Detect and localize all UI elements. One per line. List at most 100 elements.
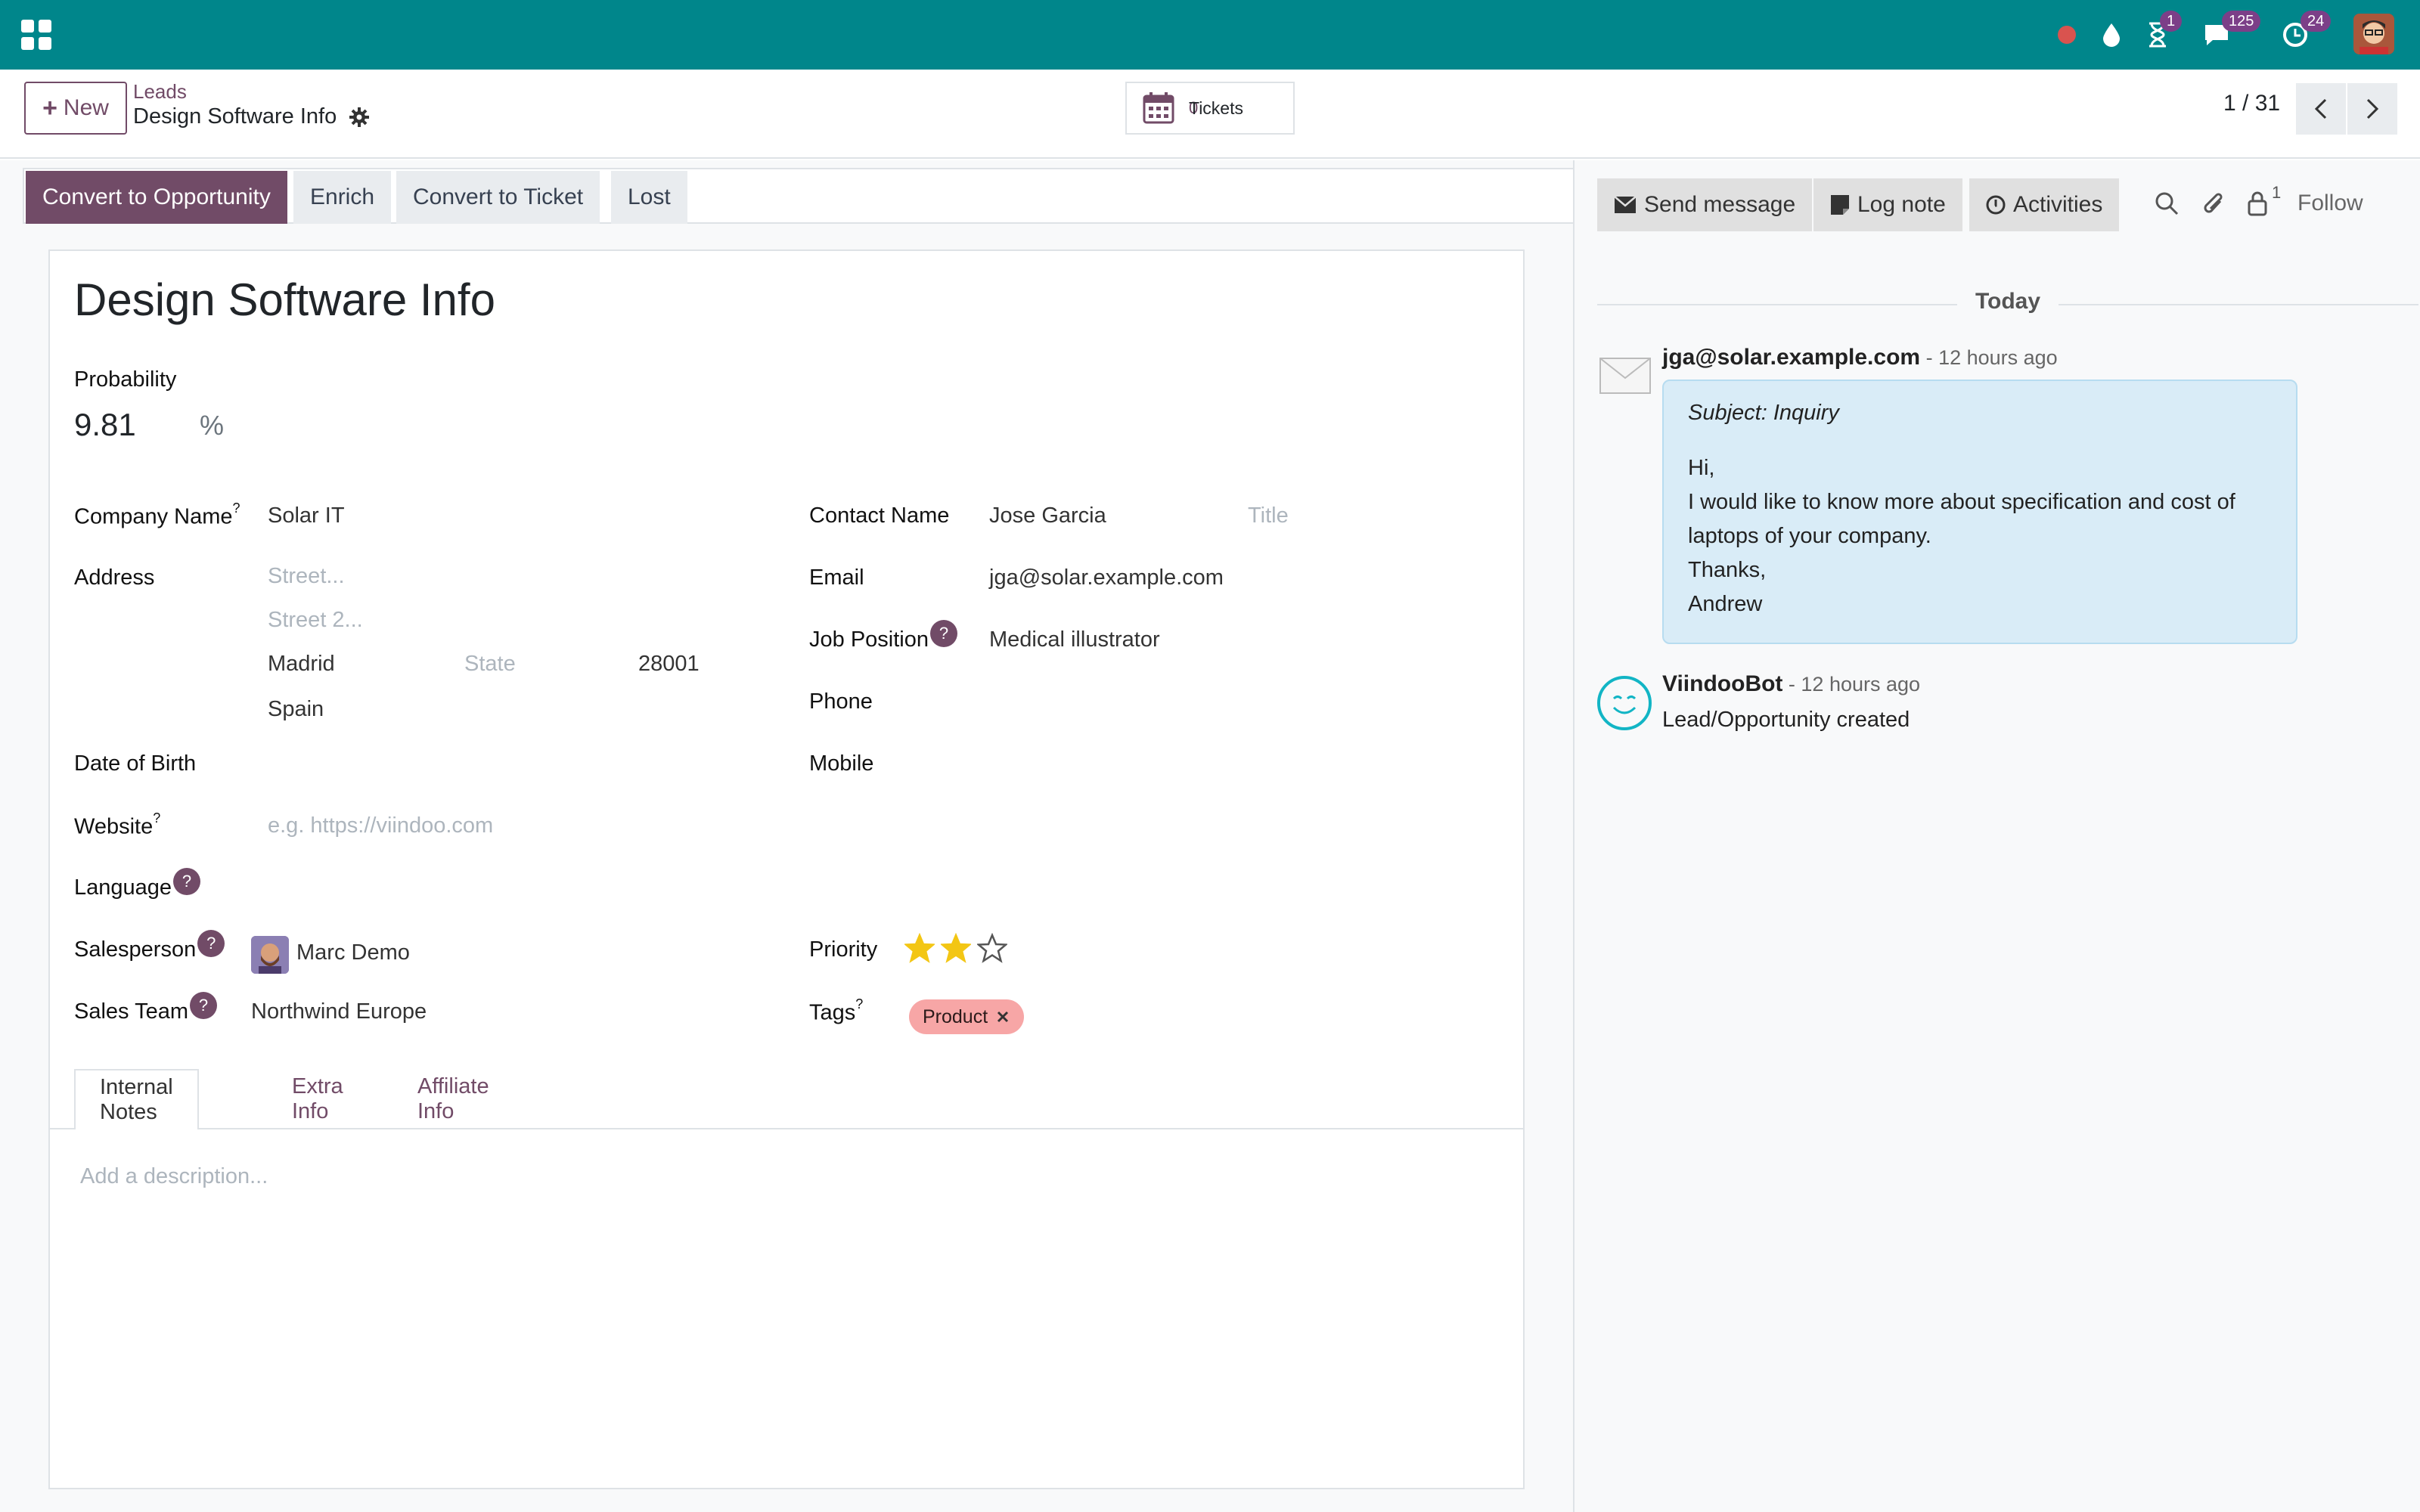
- clock-icon[interactable]: 24: [2278, 11, 2332, 56]
- priority-label: Priority: [809, 937, 878, 962]
- description-editor[interactable]: Add a description...: [80, 1164, 268, 1189]
- activity-badge: 1: [2160, 11, 2183, 32]
- message-line: I would like to know more about specific…: [1688, 490, 2235, 514]
- address-label: Address: [74, 565, 155, 590]
- star-empty-icon[interactable]: [977, 933, 1007, 963]
- bot-avatar-icon: [1597, 676, 1652, 730]
- calendar-icon: [1143, 92, 1174, 124]
- help-icon[interactable]: ?: [173, 868, 201, 895]
- phone-label: Phone: [809, 689, 873, 714]
- tab-internal-notes[interactable]: Internal Notes: [74, 1069, 199, 1129]
- percent-sign: %: [200, 410, 225, 441]
- gear-icon[interactable]: [349, 107, 370, 128]
- plus-icon: +: [42, 93, 57, 122]
- sales-team-label: Sales Team?: [74, 992, 217, 1027]
- control-panel: + New Leads Design Software Info Tickets…: [0, 70, 2420, 159]
- followers-count: 1: [2272, 183, 2282, 202]
- tag-badge: Product: [909, 999, 1025, 1034]
- paperclip-icon[interactable]: [2202, 191, 2226, 218]
- user-avatar[interactable]: [2353, 14, 2394, 54]
- message-line: Andrew: [1688, 592, 1763, 616]
- remove-tag-icon[interactable]: [995, 1009, 1010, 1024]
- lead-title-field[interactable]: Design Software Info: [74, 274, 495, 326]
- apps-menu-icon[interactable]: [21, 20, 51, 50]
- form-view: Convert to Opportunity Enrich Convert to…: [0, 160, 1573, 1512]
- lost-button[interactable]: Lost: [611, 171, 687, 224]
- date-of-birth-label: Date of Birth: [74, 751, 197, 776]
- follow-button[interactable]: Follow: [2297, 191, 2363, 216]
- contact-name-field[interactable]: Jose Garcia: [989, 503, 1106, 528]
- probability-label: Probability: [74, 367, 177, 392]
- message-bubble: Subject: Inquiry Hi, I would like to kno…: [1662, 380, 2297, 644]
- star-filled-icon[interactable]: [941, 933, 971, 963]
- new-button[interactable]: + New: [24, 82, 127, 135]
- company-name-label: Company Name?: [74, 500, 240, 529]
- form-sheet: Design Software Info Probability 9.81 % …: [48, 249, 1525, 1489]
- pager-value[interactable]: 1 / 31: [2223, 91, 2280, 116]
- salesperson-avatar: [251, 936, 289, 974]
- envelope-icon: [1614, 196, 1637, 213]
- chatter: Send message Log note Activities 1 Follo…: [1573, 160, 2420, 1512]
- message-line: laptops of your company.: [1688, 524, 1931, 548]
- company-name-field[interactable]: Solar IT: [268, 503, 345, 528]
- log-note-button[interactable]: Log note: [1813, 178, 1962, 231]
- convert-to-opportunity-button[interactable]: Convert to Opportunity: [26, 171, 287, 224]
- email-label: Email: [809, 565, 864, 590]
- chevron-left-icon: [2314, 98, 2327, 119]
- activities-button[interactable]: Activities: [1969, 178, 2120, 231]
- tickets-label: Tickets: [1189, 98, 1243, 118]
- sales-team-field[interactable]: Northwind Europe: [251, 999, 427, 1024]
- probability-input[interactable]: 9.81: [74, 407, 136, 443]
- pager-next-button[interactable]: [2347, 83, 2397, 135]
- help-icon[interactable]: ?: [197, 930, 225, 957]
- envelope-icon: [1599, 358, 1651, 394]
- salesperson-field[interactable]: Marc Demo: [296, 940, 410, 965]
- tickets-smart-button[interactable]: Tickets 0: [1125, 82, 1295, 135]
- help-mark[interactable]: ?: [855, 996, 863, 1012]
- salesperson-label: Salesperson?: [74, 930, 225, 965]
- top-navbar: 1 125 24: [0, 0, 2420, 70]
- website-input[interactable]: e.g. https://viindoo.com: [268, 813, 493, 838]
- send-message-button[interactable]: Send message: [1597, 178, 1813, 231]
- street-input[interactable]: Street...: [268, 564, 345, 589]
- contact-name-label: Contact Name: [809, 503, 950, 528]
- contact-title-select[interactable]: Title: [1248, 503, 1289, 528]
- tab-extra-info[interactable]: Extra Info: [268, 1069, 368, 1129]
- messages-icon[interactable]: 125: [2199, 11, 2261, 56]
- language-label: Language?: [74, 868, 201, 903]
- convert-to-ticket-button[interactable]: Convert to Ticket: [396, 171, 600, 224]
- droplet-icon[interactable]: [2096, 14, 2127, 56]
- job-position-field[interactable]: Medical illustrator: [989, 627, 1160, 652]
- tab-affiliate-info[interactable]: Affiliate Info: [393, 1069, 513, 1129]
- search-icon[interactable]: [2154, 191, 2180, 216]
- note-icon: [1831, 195, 1849, 215]
- clock-icon: [1986, 195, 2006, 215]
- message-line: Hi,: [1688, 456, 1715, 480]
- date-divider: Today: [1597, 289, 2418, 314]
- help-icon[interactable]: ?: [930, 620, 957, 647]
- enrich-button[interactable]: Enrich: [293, 171, 392, 224]
- help-mark[interactable]: ?: [153, 810, 160, 826]
- city-input[interactable]: Madrid: [268, 652, 335, 677]
- email-field[interactable]: jga@solar.example.com: [989, 565, 1224, 590]
- country-select[interactable]: Spain: [268, 697, 324, 722]
- recording-dot-icon[interactable]: [2054, 14, 2080, 56]
- activity-hourglass-icon[interactable]: 1: [2140, 11, 2183, 56]
- star-filled-icon[interactable]: [904, 933, 935, 963]
- message-author: ViindooBot - 12 hours ago: [1662, 671, 1921, 696]
- message-subject: Subject: Inquiry: [1688, 401, 1839, 425]
- clock-badge: 24: [2301, 11, 2332, 32]
- zip-input[interactable]: 28001: [638, 652, 700, 677]
- followers-lock-icon[interactable]: [2246, 191, 2269, 216]
- form-statusbar: Convert to Opportunity Enrich Convert to…: [23, 168, 1573, 224]
- messages-badge: 125: [2222, 11, 2261, 32]
- state-select[interactable]: State: [464, 652, 516, 677]
- help-icon[interactable]: ?: [190, 992, 217, 1019]
- message-body: Lead/Opportunity created: [1662, 708, 1910, 732]
- tags-label: Tags?: [809, 996, 864, 1025]
- street2-input[interactable]: Street 2...: [268, 608, 363, 633]
- breadcrumb-leads[interactable]: Leads: [133, 80, 187, 104]
- help-mark[interactable]: ?: [233, 500, 240, 516]
- message-line: Thanks,: [1688, 558, 1767, 582]
- pager-previous-button[interactable]: [2296, 83, 2346, 135]
